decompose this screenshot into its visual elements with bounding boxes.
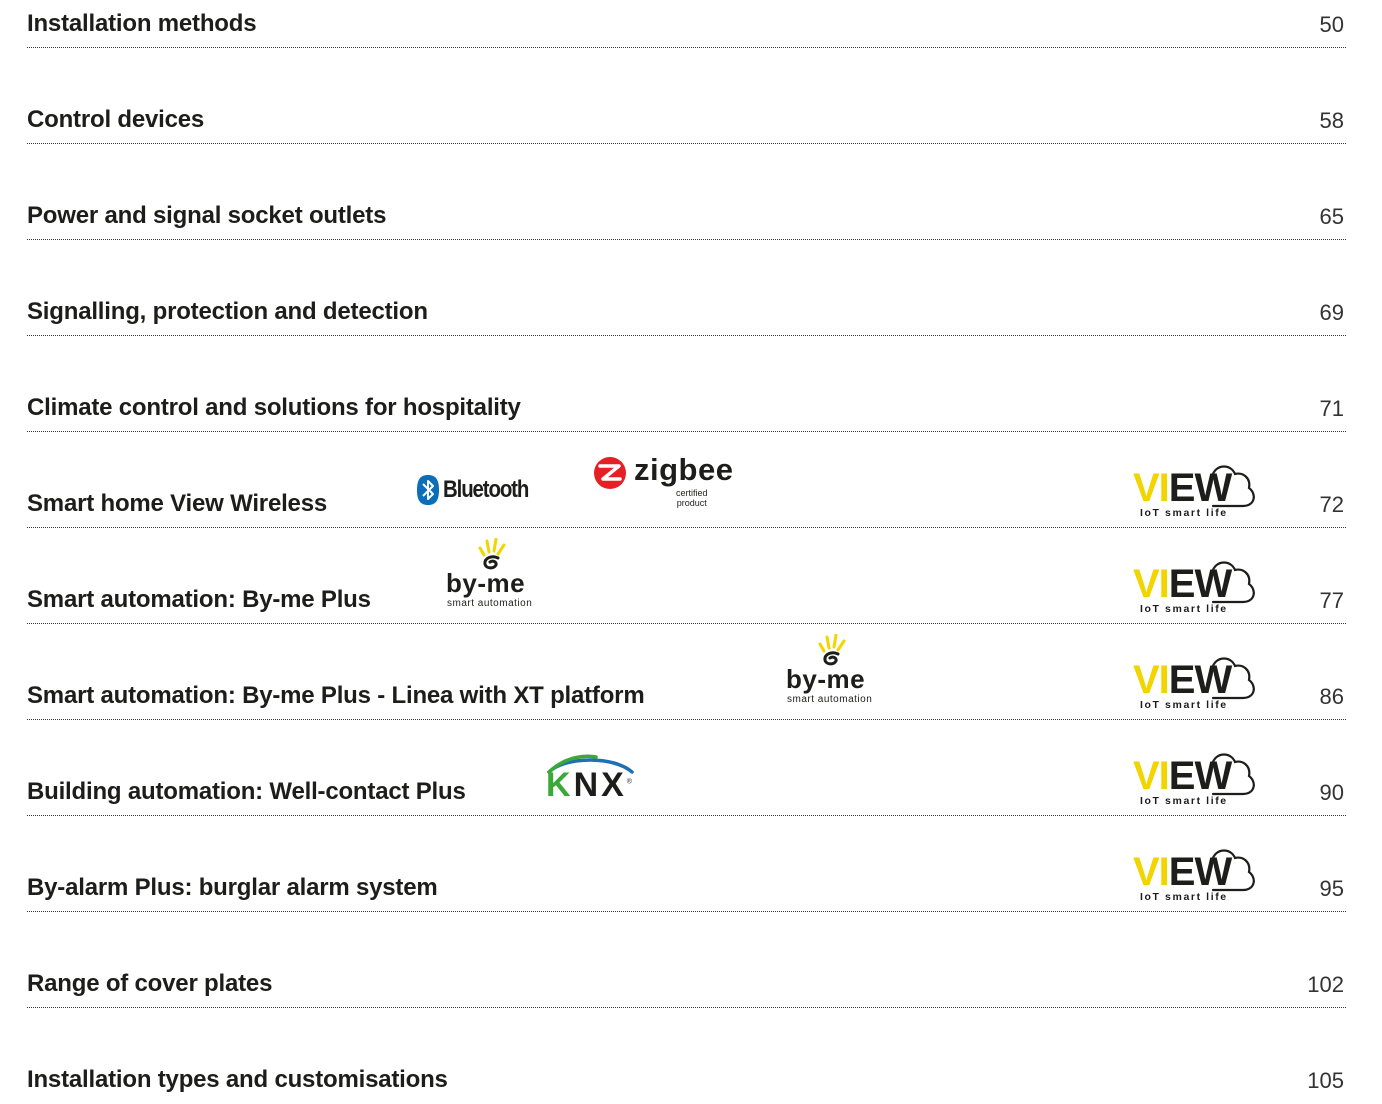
- toc-row[interactable]: Range of cover plates 102: [27, 912, 1346, 1008]
- toc-title: Smart automation: By-me Plus - Linea wit…: [27, 682, 645, 709]
- view-iot-logo: VIEW IoT smart life: [1133, 462, 1257, 520]
- toc-page-number: 50: [1319, 12, 1344, 37]
- view-iot-logo: VIEW IoT smart life: [1133, 558, 1257, 616]
- toc-title: Control devices: [27, 106, 205, 133]
- view-subtitle: IoT smart life: [1140, 507, 1228, 519]
- toc-row[interactable]: Power and signal socket outlets 65: [27, 144, 1346, 240]
- toc-page-number: 102: [1307, 972, 1344, 997]
- toc-row[interactable]: By-alarm Plus: burglar alarm system VIEW…: [27, 816, 1346, 912]
- toc-title: Power and signal socket outlets: [27, 202, 387, 229]
- view-subtitle: IoT smart life: [1140, 603, 1228, 615]
- toc-page-number: 86: [1319, 684, 1344, 709]
- toc-page-number: 72: [1319, 492, 1344, 517]
- cloud-icon: [1211, 753, 1255, 796]
- toc-title: Smart automation: By-me Plus: [27, 586, 371, 613]
- toc-page-number: 105: [1307, 1068, 1344, 1093]
- toc-page-number: 71: [1319, 396, 1344, 421]
- toc-title: Installation types and customisations: [27, 1066, 448, 1093]
- byme-subtitle: smart automation: [787, 694, 873, 705]
- toc-page-number: 95: [1319, 876, 1344, 901]
- view-iot-logo: VIEW IoT smart life: [1133, 654, 1257, 712]
- view-iot-logo: VIEW IoT smart life: [1133, 750, 1257, 808]
- toc-row[interactable]: Smart home View Wireless Bluetooth zigbe…: [27, 432, 1346, 528]
- bluetooth-logo: Bluetooth: [417, 475, 543, 505]
- toc-page-number: 77: [1319, 588, 1344, 613]
- toc-row[interactable]: Building automation: Well-contact Plus K…: [27, 720, 1346, 816]
- bluetooth-rune-icon: [417, 475, 439, 505]
- zigbee-logo: zigbee certified product: [594, 452, 739, 510]
- cloud-icon: [1211, 465, 1255, 508]
- knx-wordmark: KNX®: [546, 766, 632, 804]
- toc-row[interactable]: Climate control and solutions for hospit…: [27, 336, 1346, 432]
- view-subtitle: IoT smart life: [1140, 699, 1228, 711]
- toc-row[interactable]: Installation types and customisations 10…: [27, 1008, 1346, 1104]
- toc-title: By-alarm Plus: burglar alarm system: [27, 874, 438, 901]
- byme-wordmark: by-me: [446, 568, 526, 598]
- toc-title: Building automation: Well-contact Plus: [27, 778, 466, 805]
- byme-wordmark: by-me: [786, 664, 866, 694]
- byme-hand-icon: [478, 538, 506, 570]
- registered-mark: ®: [626, 778, 632, 786]
- toc-page-number: 65: [1319, 204, 1344, 229]
- zigbee-certified-line: certified: [676, 488, 708, 498]
- zigbee-mark-icon: [594, 457, 626, 489]
- toc-page-number: 58: [1319, 108, 1344, 133]
- table-of-contents: Installation methods 50 Control devices …: [0, 0, 1382, 1096]
- toc-row[interactable]: Smart automation: By-me Plus by-me smart…: [27, 528, 1346, 624]
- cloud-icon: [1211, 657, 1255, 700]
- view-subtitle: IoT smart life: [1140, 795, 1228, 807]
- view-subtitle: IoT smart life: [1140, 891, 1228, 903]
- zigbee-certified-text: certified product: [676, 488, 708, 508]
- view-iot-logo: VIEW IoT smart life: [1133, 846, 1257, 904]
- toc-title: Smart home View Wireless: [27, 490, 328, 517]
- toc-row[interactable]: Control devices 58: [27, 48, 1346, 144]
- toc-row[interactable]: Smart automation: By-me Plus - Linea wit…: [27, 624, 1346, 720]
- knx-logo: KNX®: [546, 754, 646, 804]
- byme-hand-icon: [818, 634, 846, 666]
- toc-title: Installation methods: [27, 10, 257, 37]
- toc-title: Climate control and solutions for hospit…: [27, 394, 521, 421]
- toc-page-number: 69: [1319, 300, 1344, 325]
- toc-row[interactable]: Signalling, protection and detection 69: [27, 240, 1346, 336]
- toc-row[interactable]: Installation methods 50: [27, 0, 1346, 48]
- zigbee-wordmark: zigbee: [634, 452, 734, 487]
- cloud-icon: [1211, 561, 1255, 604]
- bluetooth-wordmark: Bluetooth: [443, 476, 529, 503]
- zigbee-product-line: product: [676, 498, 707, 508]
- toc-title: Signalling, protection and detection: [27, 298, 428, 325]
- byme-logo: by-me smart automation: [786, 634, 896, 710]
- byme-subtitle: smart automation: [447, 598, 533, 609]
- toc-page-number: 90: [1319, 780, 1344, 805]
- toc-title: Range of cover plates: [27, 970, 273, 997]
- cloud-icon: [1211, 849, 1255, 892]
- byme-logo: by-me smart automation: [446, 538, 556, 614]
